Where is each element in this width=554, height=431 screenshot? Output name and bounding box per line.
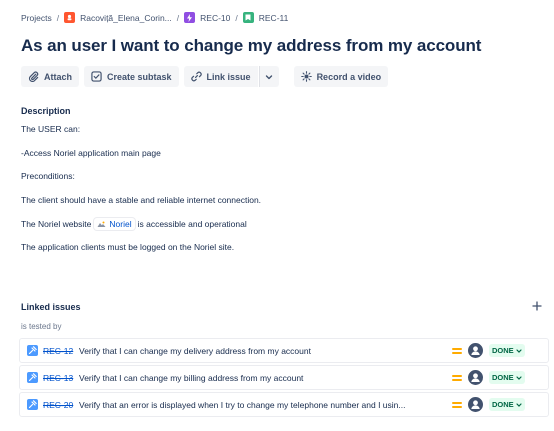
create-subtask-button[interactable]: Create subtask [84,66,179,87]
video-record-icon [300,71,312,82]
linked-issue-summary: Verify that an error is displayed when I… [79,399,406,410]
test-issue-type-icon [27,345,38,356]
assignee-avatar-icon[interactable] [468,370,483,385]
breadcrumb-epic-label: REC-10 [200,12,231,23]
linked-issue-key[interactable]: REC-13 [43,373,79,383]
description-text: Preconditions: [21,171,75,181]
breadcrumb-separator: / [176,12,180,23]
assignee-avatar-icon[interactable] [468,343,483,358]
site-favicon-icon [97,221,106,227]
linked-issue-summary: Verify that I can change my billing addr… [79,372,304,383]
status-label: DONE [492,373,514,382]
chevron-down-icon [516,348,522,353]
description-text: -Access Noriel application main page [21,148,161,158]
link-issue-button[interactable]: Link issue [183,66,258,87]
link-relation-label: is tested by [21,322,62,331]
record-video-label: Record a video [316,71,382,82]
breadcrumb: Projects / Racoviță_Elena_Corin... / REC… [21,12,288,23]
test-issue-type-icon [27,372,38,383]
subtask-icon [91,71,102,82]
breadcrumb-projects[interactable]: Projects [21,13,52,23]
breadcrumb-project[interactable]: Racoviță_Elena_Corin... [64,12,172,23]
noriel-link-label: Noriel [109,219,132,229]
link-issue-label: Link issue [206,71,251,82]
linked-issue-row[interactable]: REC-13 Verify that I can change my billi… [19,365,549,390]
link-issue-split-button: Link issue [183,66,279,87]
medium-priority-icon [452,401,462,408]
status-badge[interactable]: DONE [489,344,525,357]
linked-issue-key[interactable]: REC-20 [43,400,79,410]
plus-icon [532,301,542,311]
issue-title[interactable]: As an user I want to change my address f… [21,36,481,56]
description-text: The USER can: [21,124,81,134]
assignee-avatar-icon[interactable] [468,397,483,412]
chevron-down-icon [265,74,273,79]
paperclip-icon [28,71,39,82]
linked-issue-key[interactable]: REC-12 [43,346,79,356]
description-text-with-link: The Noriel website Noriel is accessible … [21,218,247,230]
description-text: is accessible and operational [137,219,247,229]
breadcrumb-separator: / [235,12,238,23]
linked-issue-summary: Verify that I can change my delivery add… [79,345,311,356]
description-text: The client should have a stable and reli… [21,195,262,205]
breadcrumb-story[interactable]: REC-11 [242,12,289,23]
epic-icon [184,12,196,23]
attach-button[interactable]: Attach [21,66,80,87]
issue-toolbar: Attach Create subtask Link issue Record … [21,66,389,87]
linked-issue-row[interactable]: REC-20 Verify that an error is displayed… [19,392,549,417]
status-badge[interactable]: DONE [489,371,525,384]
noriel-smart-link[interactable]: Noriel [94,218,135,230]
medium-priority-icon [452,374,462,381]
linked-issues-heading: Linked issues [21,302,81,312]
create-subtask-label: Create subtask [107,71,172,82]
story-icon [242,12,254,23]
chevron-down-icon [516,402,522,407]
attach-label: Attach [44,71,73,82]
link-issue-dropdown-button[interactable] [258,66,279,87]
status-label: DONE [492,346,514,355]
linked-issue-row[interactable]: REC-12 Verify that I can change my deliv… [19,338,549,363]
project-avatar-icon [64,12,76,23]
breadcrumb-story-label: REC-11 [258,12,289,23]
status-label: DONE [492,400,514,409]
description-text: The application clients must be logged o… [21,242,235,252]
description-heading: Description [21,106,71,116]
medium-priority-icon [452,347,462,354]
description-text: The Noriel website [21,219,92,229]
breadcrumb-project-label: Racoviță_Elena_Corin... [80,12,172,23]
record-video-button[interactable]: Record a video [293,66,389,87]
test-issue-type-icon [27,399,38,410]
breadcrumb-epic[interactable]: REC-10 [184,12,230,23]
add-linked-issue-button[interactable] [529,298,545,314]
chevron-down-icon [516,375,522,380]
status-badge[interactable]: DONE [489,398,525,411]
breadcrumb-separator: / [56,12,60,23]
link-icon [190,71,202,82]
